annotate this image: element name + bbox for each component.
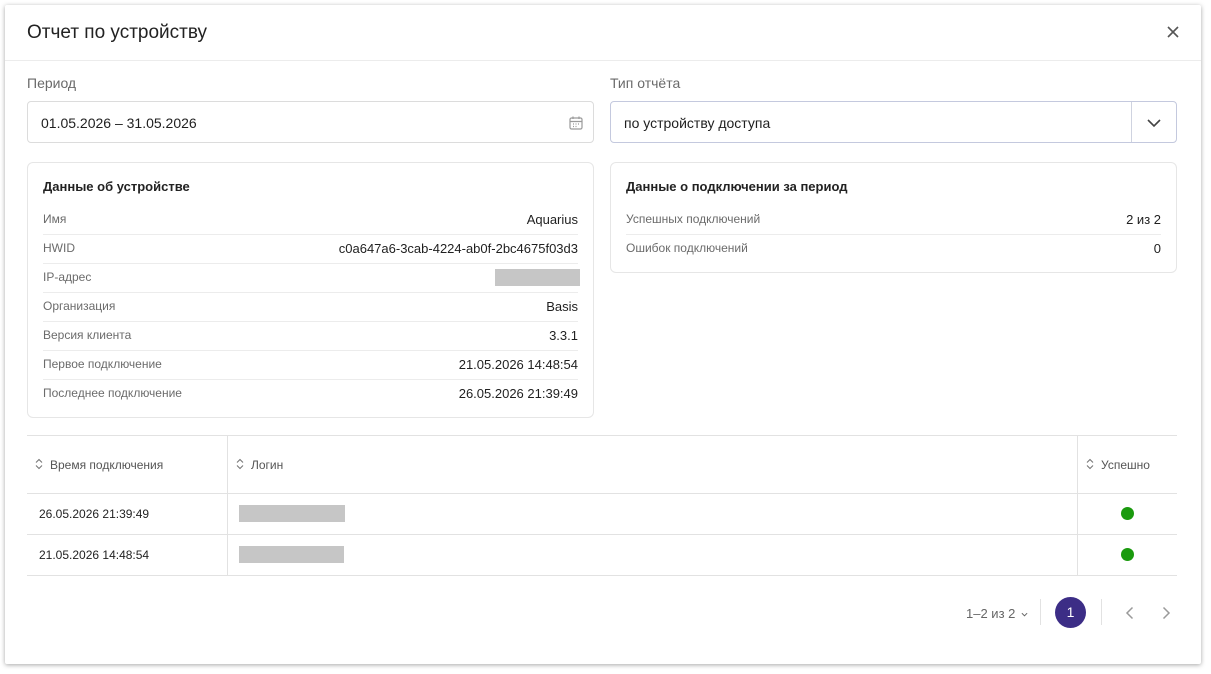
device-row-name: Имя Aquarius bbox=[43, 205, 578, 235]
redacted-login bbox=[239, 505, 345, 522]
close-icon[interactable] bbox=[1165, 24, 1181, 40]
row-value: 3.3.1 bbox=[549, 328, 578, 343]
row-value: Aquarius bbox=[526, 212, 578, 227]
row-value: c0a647a6-3cab-4224-ab0f-2bc4675f03d3 bbox=[338, 241, 578, 256]
row-divider bbox=[27, 534, 1177, 535]
device-row-version: Версия клиента 3.3.1 bbox=[43, 321, 578, 351]
col-header-label: Успешно bbox=[1101, 458, 1150, 472]
report-type-select[interactable]: по устройству доступа bbox=[610, 101, 1177, 143]
row-value: 26.05.2026 21:39:49 bbox=[458, 386, 578, 401]
dialog-header: Отчет по устройству bbox=[5, 5, 1201, 61]
conn-row-errors: Ошибок подключений 0 bbox=[626, 234, 1161, 263]
report-type-value: по устройству доступа bbox=[624, 115, 771, 131]
connection-info-title: Данные о подключении за период bbox=[626, 179, 848, 194]
device-info-title: Данные об устройстве bbox=[43, 179, 190, 194]
row-divider bbox=[27, 575, 1177, 576]
connections-table: Время подключения Логин Успешно 26.05.20… bbox=[27, 435, 1177, 576]
success-status-icon bbox=[1121, 548, 1134, 561]
report-dialog: Отчет по устройству Период 01.05.2026 – … bbox=[5, 5, 1201, 664]
device-info-card: Данные об устройстве Имя Aquarius HWID c… bbox=[27, 162, 594, 418]
row-value: 0 bbox=[1153, 241, 1161, 256]
redacted-ip bbox=[495, 269, 580, 286]
chevron-down-icon bbox=[1021, 612, 1028, 617]
device-row-hwid: HWID c0a647a6-3cab-4224-ab0f-2bc4675f03d… bbox=[43, 234, 578, 264]
pagination-range[interactable]: 1–2 из 2 bbox=[966, 606, 1028, 621]
row-label: Имя bbox=[43, 212, 67, 226]
chevron-down-icon[interactable] bbox=[1146, 115, 1162, 131]
row-value: 2 из 2 bbox=[1126, 212, 1161, 227]
row-label: Ошибок подключений bbox=[626, 241, 748, 255]
sort-icon[interactable] bbox=[236, 458, 244, 470]
conn-row-success: Успешных подключений 2 из 2 bbox=[626, 205, 1161, 235]
period-value: 01.05.2026 – 31.05.2026 bbox=[41, 115, 197, 131]
col-header-label: Логин bbox=[251, 458, 284, 472]
pager-divider bbox=[1040, 599, 1041, 625]
col-header-success[interactable]: Успешно bbox=[1078, 436, 1177, 493]
col-header-login[interactable]: Логин bbox=[228, 436, 1077, 493]
page-button-current[interactable]: 1 bbox=[1055, 597, 1086, 628]
row-label: Первое подключение bbox=[43, 357, 162, 371]
device-row-last: Последнее подключение 26.05.2026 21:39:4… bbox=[43, 379, 578, 408]
connection-info-card: Данные о подключении за период Успешных … bbox=[610, 162, 1177, 273]
chevron-left-icon[interactable] bbox=[1122, 605, 1138, 621]
dialog-title: Отчет по устройству bbox=[27, 22, 208, 43]
row-divider bbox=[27, 493, 1177, 494]
row-value: Basis bbox=[546, 299, 578, 314]
period-input[interactable]: 01.05.2026 – 31.05.2026 bbox=[27, 101, 594, 143]
sort-icon[interactable] bbox=[35, 458, 43, 470]
row-label: HWID bbox=[43, 241, 75, 255]
select-divider bbox=[1131, 102, 1132, 142]
col-header-label: Время подключения bbox=[50, 458, 164, 472]
report-type-label: Тип отчёта bbox=[610, 75, 681, 91]
pagination-range-label: 1–2 из 2 bbox=[966, 606, 1016, 621]
cell-time: 26.05.2026 21:39:49 bbox=[39, 507, 150, 521]
col-header-time[interactable]: Время подключения bbox=[27, 436, 227, 493]
row-label: Версия клиента bbox=[43, 328, 132, 342]
chevron-right-icon[interactable] bbox=[1158, 605, 1174, 621]
device-row-ip: IP-адрес bbox=[43, 263, 580, 293]
device-row-org: Организация Basis bbox=[43, 292, 578, 322]
row-label: Организация bbox=[43, 299, 116, 313]
redacted-login bbox=[239, 546, 344, 563]
row-label: Успешных подключений bbox=[626, 212, 761, 226]
column-divider bbox=[227, 436, 228, 576]
success-status-icon bbox=[1121, 507, 1134, 520]
column-divider bbox=[1077, 436, 1078, 576]
row-label: IP-адрес bbox=[43, 270, 92, 284]
pager-divider bbox=[1101, 599, 1102, 625]
period-label: Период bbox=[27, 75, 77, 91]
device-row-first: Первое подключение 21.05.2026 14:48:54 bbox=[43, 350, 578, 380]
calendar-icon[interactable] bbox=[568, 115, 584, 131]
cell-time: 21.05.2026 14:48:54 bbox=[39, 548, 150, 562]
sort-icon[interactable] bbox=[1086, 458, 1094, 470]
row-label: Последнее подключение bbox=[43, 386, 182, 400]
row-value: 21.05.2026 14:48:54 bbox=[458, 357, 578, 372]
